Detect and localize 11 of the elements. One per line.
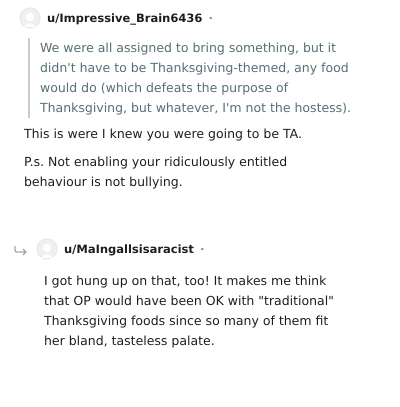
username-link[interactable]: u/Impressive_Brain6436: [47, 11, 202, 25]
reply-arrow-icon: [14, 246, 28, 256]
avatar-icon[interactable]: [36, 238, 58, 260]
comment-text: P.s. Not enabling your ridiculously entitled behaviour is not bullying.: [24, 153, 288, 191]
quote-text: We were all assigned to bring something, but it didn't have to be Thanksgiving-themed, any food would do (which defeats the purpose of Thanksgiving, but whatever, I'm not the hostess).: [28, 38, 370, 118]
username-link[interactable]: u/MaIngallsisaracist: [64, 242, 194, 256]
comment-text: This is were I knew you were going to be TA.: [24, 125, 303, 143]
avatar-icon[interactable]: [19, 7, 41, 29]
comment-text: I got hung up on that, too! It makes me think that OP would have been OK with "traditional" Thanksgiving foods since so many of them fit her bland, tasteless palate.: [44, 272, 335, 350]
separator-dot: •: [200, 244, 205, 254]
separator-dot: •: [208, 14, 214, 22]
